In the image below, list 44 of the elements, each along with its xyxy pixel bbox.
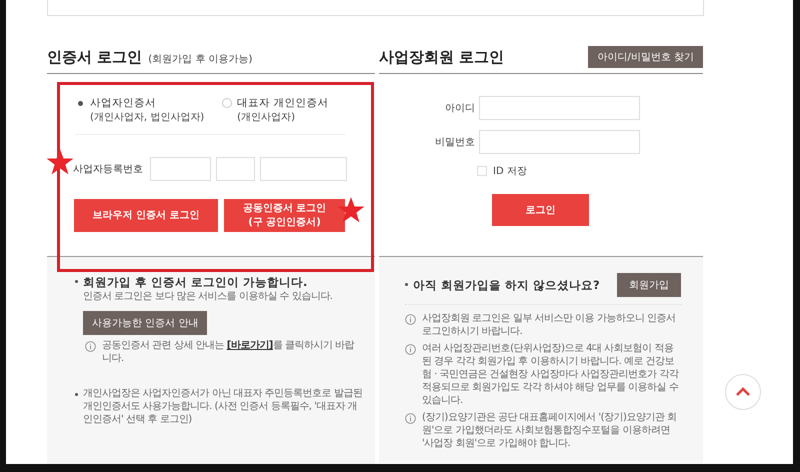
info-text: 개인사업장은 사업자인증서가 아닌 대표자 주민등록번호로 발급된 개인인증서도 사용가능합니다. (사전 인증서 등록필수, '대표자 개인인증서' 선택 후 로그인) [83,387,363,426]
info-heading: 회원가입 후 인증서 로그인이 가능합니다. [83,275,308,290]
scroll-top-button[interactable] [725,374,761,410]
radio-button[interactable] [222,98,232,108]
input-field[interactable] [216,157,255,181]
login-button[interactable]: 브라우저 인증서 로그인 [74,199,218,232]
question-text: 아직 회원가입을 하지 않으셨나요? [413,278,600,292]
input-field[interactable] [260,157,347,181]
shortcut-link[interactable]: [바로가기] [226,340,273,351]
info-icon [405,344,416,355]
info-text: 인증서 로그인은 보다 많은 서비스를 이용하실 수 있습니다. [82,290,334,303]
bullet-icon [75,280,78,283]
bullet-icon [405,282,408,286]
star-icon [337,196,365,224]
radio-note: (개인사업자) [237,111,296,124]
field-label: 아이디 [444,102,475,115]
star-icon [46,148,74,176]
input-field[interactable] [479,130,640,154]
find-account-button[interactable]: 아이디/비밀번호 찾기 [588,46,703,68]
checkbox-label: ID 저장 [493,165,527,178]
info-text: 공동인증서 관련 상세 안내는 [바로가기]를 클릭하시기 바랍니다. [102,339,356,365]
login-button[interactable]: 공동인증서 로그인 (구 공인인증서) [224,199,345,232]
input-field[interactable] [150,157,211,181]
signup-button[interactable]: 회원가입 [617,273,681,297]
bullet-icon [75,393,78,396]
info-icon [405,314,416,325]
info-text: 여러 사업장관리번호(단위사업장)으로 4대 사회보험이 적용된 경우 각각 회원가입 후 이용하시기 바랍니다. 예로 건강보험 · 국민연금은 건설현장 사업장마다 사업장관리번호가 각각 적용되므로 회원가입도 각각 하셔야 해당 업무를 이용하실 수 있습니다. [422,342,680,407]
info-text: 사업장회원 로그인은 일부 서비스만 이용 가능하오니 인증서 로그인하시기 바랍니다. [422,312,677,338]
field-label: 사업자등록번호 [73,163,143,176]
chevron-up-icon [735,387,751,397]
input-field[interactable] [479,96,640,120]
radio-label: 대표자 개인인증서 [237,96,329,110]
section-title: 사업장회원 로그인 [379,48,504,67]
field-label: 비밀번호 [434,136,475,149]
info-icon [405,413,416,424]
radio-label: 사업자인증서 [90,96,157,110]
info-icon [85,341,96,352]
guide-button[interactable]: 사용가능한 인증서 안내 [83,311,208,335]
section-subtitle: (회원가입 후 이용가능) [148,53,252,66]
radio-note: (개인사업자, 법인사업자) [90,111,204,124]
info-text: (장기)요양기관은 공단 대표홈페이지에서 '(장기)요양기관 회원'으로 가입했더라도 사회보험통합징수포털을 이용하려면 '사업장 회원'으로 가입해야 합니다. [422,411,678,450]
checkbox[interactable] [477,166,487,176]
section-title: 인증서 로그인 [47,48,142,67]
login-button[interactable]: 로그인 [492,194,589,226]
